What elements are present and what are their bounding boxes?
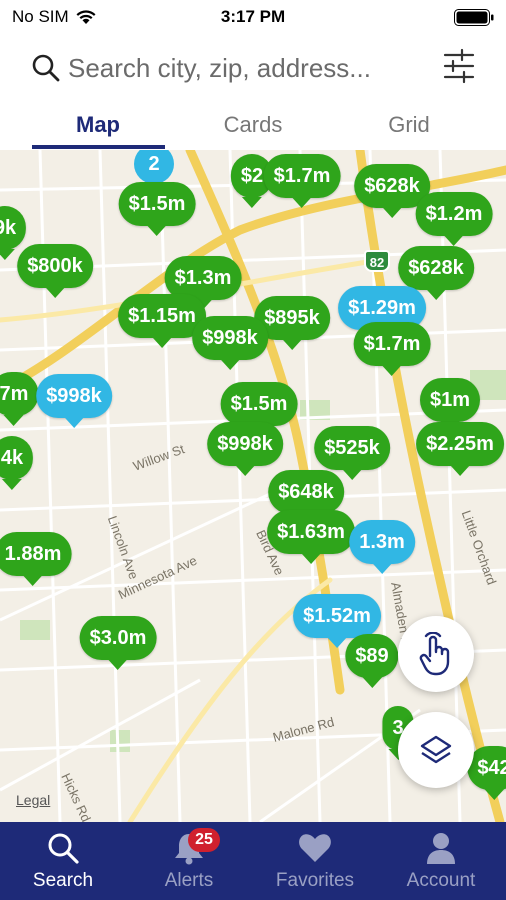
search-input[interactable] [68, 50, 428, 86]
price-pin[interactable]: $3.0m [79, 616, 157, 670]
price-pin[interactable]: $1.7m [353, 322, 431, 376]
tabbar-alerts[interactable]: 25 Alerts [126, 822, 252, 900]
search-icon [48, 833, 79, 864]
price-pin[interactable]: 1.88m [0, 532, 72, 586]
price-pin[interactable]: $998k [36, 374, 112, 428]
tab-cards[interactable]: Cards [183, 112, 323, 138]
tabbar-alerts-label: Alerts [164, 870, 214, 891]
bottom-tab-bar: Search 25 Alerts Favorites Account [0, 822, 506, 900]
price-pin[interactable]: 7m [0, 372, 39, 426]
tabbar-account-label: Account [406, 870, 476, 891]
price-pin[interactable]: $1.5m [118, 182, 196, 236]
search-icon [32, 54, 60, 82]
price-pin[interactable]: $2.25m [416, 422, 504, 476]
price-pin[interactable]: $998k [207, 422, 283, 476]
active-tab-indicator [32, 145, 165, 149]
person-icon [427, 833, 455, 864]
filter-sliders-icon[interactable] [442, 48, 476, 84]
view-tabs: Map Cards Grid [0, 100, 506, 150]
price-pin[interactable]: $1.2m [415, 192, 493, 246]
map-legal-link[interactable]: Legal [16, 792, 50, 808]
search-bar [0, 36, 506, 100]
price-pin[interactable]: $800k [17, 244, 93, 298]
price-pin[interactable]: 1.3m [349, 520, 415, 574]
tab-grid[interactable]: Grid [339, 112, 479, 138]
map-view[interactable]: Willow St Lincoln Ave Minnesota Ave Malo… [0, 150, 506, 822]
screen: No SIM 3:17 PM Search city, zip, address… [0, 0, 506, 900]
tabbar-favorites-label: Favorites [275, 870, 355, 891]
tabbar-search[interactable]: Search [0, 822, 126, 900]
price-pin[interactable]: $89 [345, 634, 399, 688]
layers-icon [420, 735, 452, 764]
heart-icon [299, 834, 331, 862]
battery-icon [454, 9, 494, 26]
tabbar-favorites[interactable]: Favorites [252, 822, 378, 900]
map-layers-button[interactable] [398, 712, 474, 788]
highway-shield: 82 [364, 250, 390, 272]
hand-pointer-icon [419, 632, 450, 676]
price-pin[interactable]: $1.7m [263, 154, 341, 208]
tab-map[interactable]: Map [28, 112, 168, 138]
clock: 3:17 PM [220, 7, 286, 26]
tabbar-account[interactable]: Account [378, 822, 504, 900]
price-pin[interactable]: 4k [0, 436, 34, 490]
status-bar: No SIM 3:17 PM [0, 0, 506, 36]
alerts-badge: 25 [188, 828, 220, 852]
price-pin[interactable]: $1.63m [267, 510, 355, 564]
price-pin[interactable]: $998k [192, 316, 268, 370]
draw-search-button[interactable] [398, 616, 474, 692]
tabbar-search-label: Search [32, 870, 94, 891]
